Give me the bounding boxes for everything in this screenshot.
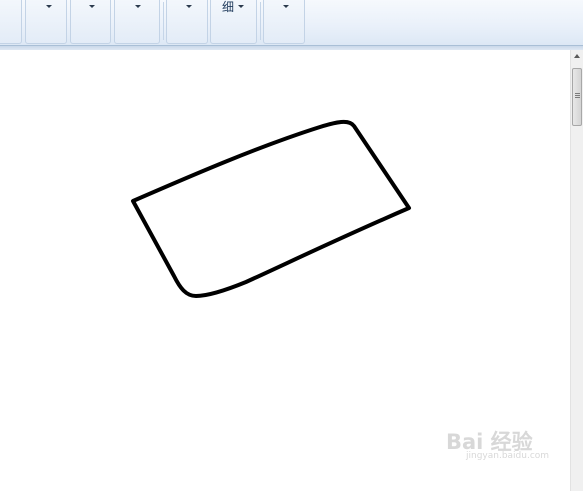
vertical-scrollbar[interactable] bbox=[570, 50, 583, 491]
chevron-down-icon bbox=[46, 5, 52, 8]
ribbon-button-5[interactable] bbox=[166, 0, 208, 44]
watermark-sub-text: jingyan.baidu.com bbox=[466, 451, 550, 461]
scroll-up-icon[interactable] bbox=[571, 50, 583, 62]
hand-drawn-shape bbox=[131, 119, 411, 298]
baidu-jingyan-watermark: Bai 经验 jingyan.baidu.com bbox=[446, 426, 556, 466]
ribbon-separator bbox=[260, 2, 261, 40]
grip-line bbox=[575, 95, 580, 96]
scrollbar-thumb[interactable] bbox=[572, 68, 582, 126]
ribbon-button-2[interactable] bbox=[25, 0, 67, 44]
ribbon-separator bbox=[163, 2, 164, 40]
chevron-down-icon bbox=[186, 5, 192, 8]
chevron-down-icon bbox=[89, 5, 95, 8]
drawing-svg bbox=[131, 119, 411, 298]
drawing-canvas[interactable] bbox=[0, 50, 570, 491]
ribbon-button-7[interactable] bbox=[263, 0, 305, 44]
size-dropdown-button[interactable]: 细 bbox=[210, 0, 257, 44]
ribbon-toolbar: 细 bbox=[0, 0, 583, 46]
size-label: 细 bbox=[222, 0, 235, 14]
grip-line bbox=[575, 97, 580, 98]
grip-line bbox=[575, 93, 580, 94]
ribbon-button-4[interactable] bbox=[114, 0, 160, 44]
chevron-down-icon bbox=[238, 5, 244, 8]
chevron-down-icon bbox=[135, 5, 141, 8]
ribbon-button-1[interactable] bbox=[0, 0, 22, 44]
ribbon-button-3[interactable] bbox=[70, 0, 111, 44]
chevron-down-icon bbox=[283, 5, 289, 8]
